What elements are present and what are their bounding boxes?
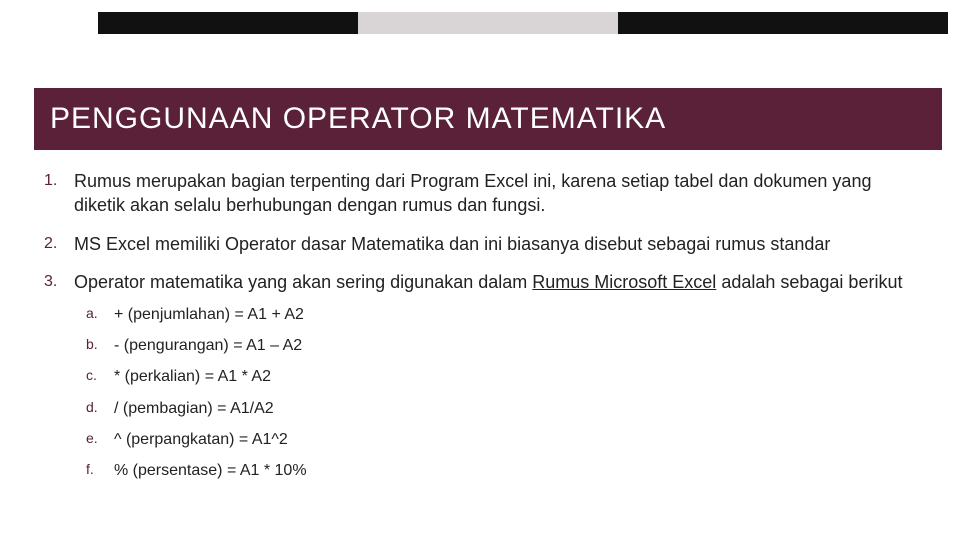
list-item: Operator matematika yang akan sering dig… [40, 271, 920, 480]
sublist-item: ^ (perpangkatan) = A1^2 [86, 430, 920, 449]
title-bar: PENGGUNAAN OPERATOR MATEMATIKA [34, 88, 942, 150]
list-item-text: adalah sebagai berikut [721, 272, 902, 292]
sublist-item: + (penjumlahan) = A1 + A2 [86, 305, 920, 324]
underlined-term: Rumus Microsoft Excel [532, 272, 716, 292]
sublist-item: * (perkalian) = A1 * A2 [86, 367, 920, 386]
slide-title: PENGGUNAAN OPERATOR MATEMATIKA [50, 102, 666, 136]
sublist-item: - (pengurangan) = A1 – A2 [86, 336, 920, 355]
sublist-item: / (pembagian) = A1/A2 [86, 399, 920, 418]
list-item: Rumus merupakan bagian terpenting dari P… [40, 170, 920, 218]
slide-body: Rumus merupakan bagian terpenting dari P… [40, 170, 920, 495]
top-accent-strip [0, 12, 960, 34]
list-item: MS Excel memiliki Operator dasar Matemat… [40, 233, 920, 257]
list-item-text: Operator matematika yang akan sering dig… [74, 272, 532, 292]
sublist-item: % (persentase) = A1 * 10% [86, 461, 920, 480]
